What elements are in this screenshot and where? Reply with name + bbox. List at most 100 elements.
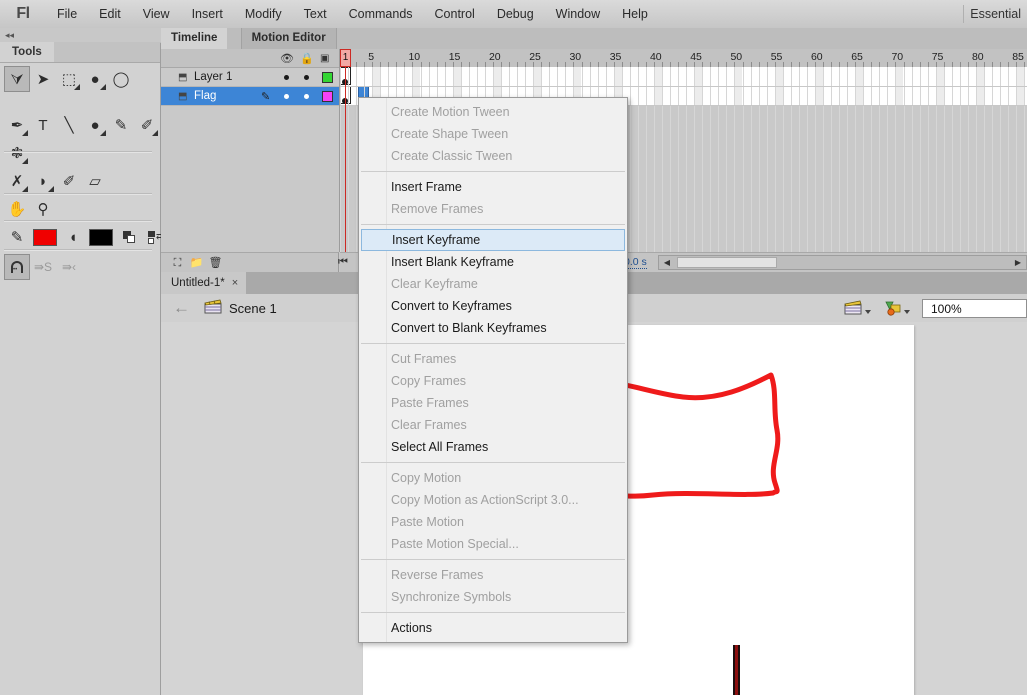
new-folder-button[interactable]: 📁 <box>189 256 204 270</box>
timeline-context-menu[interactable]: Create Motion Tween Create Shape Tween Cre… <box>358 97 628 643</box>
menu-text[interactable]: Text <box>293 0 338 28</box>
line-icon[interactable]: ╲ <box>56 112 82 138</box>
eyedropper-icon[interactable]: ✐ <box>56 168 82 194</box>
frame-column-line <box>340 67 341 252</box>
timeline-rewind-button[interactable]: ⏮ <box>335 254 351 270</box>
fill-color-swatch[interactable] <box>86 224 116 250</box>
layer-outline-color-swatch[interactable] <box>322 91 333 102</box>
layer-outline-color-swatch[interactable] <box>322 72 333 83</box>
menu-item-insert-keyframe[interactable]: Insert Keyframe <box>361 229 625 251</box>
oval-icon[interactable]: ● <box>82 112 108 138</box>
chevron-down-icon <box>865 309 871 314</box>
bone-icon[interactable]: ✗ <box>4 168 30 194</box>
layer-row-layer-1[interactable]: ⬒ Layer 1 <box>161 68 339 87</box>
frame-column-line <box>799 67 800 252</box>
playhead-marker[interactable]: 1 <box>340 49 351 67</box>
tab-motion-editor[interactable]: Motion Editor <box>240 28 337 49</box>
frame-column-line <box>726 67 727 252</box>
edit-scene-icon <box>844 300 862 315</box>
lasso-icon[interactable]: ● <box>82 66 108 92</box>
zoom-level-input[interactable]: 100% <box>922 298 1027 318</box>
zoom-icon[interactable]: ⚲ <box>30 196 56 222</box>
selection-icon[interactable]: ⮛ <box>4 66 30 92</box>
ruler-tick-40: 40 <box>649 51 662 63</box>
layer-name-label[interactable]: Flag <box>194 89 216 104</box>
back-arrow-icon[interactable]: ← <box>173 298 190 318</box>
pencil-icon[interactable]: ✎ <box>108 112 134 138</box>
paint-bucket-icon[interactable]: ◗ <box>30 168 56 194</box>
layer-row-flag[interactable]: ⬒ Flag ✎ <box>161 87 339 106</box>
scroll-right-arrow[interactable]: ▶ <box>1011 257 1025 268</box>
timeline-horizontal-scrollbar[interactable]: ◀ ▶ <box>658 255 1027 270</box>
workspace-switcher[interactable]: Essential <box>970 7 1027 21</box>
edit-pencil-icon: ✎ <box>261 91 271 103</box>
frame-column-line <box>879 67 880 252</box>
menu-view[interactable]: View <box>132 0 181 28</box>
frame-column-line <box>968 67 969 252</box>
stage-pasteboard-left <box>161 322 363 695</box>
document-tab-untitled-1[interactable]: Untitled-1* × <box>161 272 247 294</box>
new-layer-button[interactable]: ⛶ <box>170 256 185 270</box>
timeline-ruler[interactable]: 1510152025303540455055606570758085 <box>340 49 1027 68</box>
lasso-alt-icon[interactable]: ◯ <box>108 66 134 92</box>
text-icon[interactable]: T <box>30 112 56 138</box>
layer-visibility-toggle[interactable] <box>284 75 289 80</box>
frame-column-line <box>743 67 744 252</box>
scene-name-label[interactable]: Scene 1 <box>229 301 277 316</box>
hand-icon[interactable]: ✋ <box>4 196 30 222</box>
menu-item-insert-frame[interactable]: Insert Frame <box>359 176 627 198</box>
menu-help[interactable]: Help <box>611 0 659 28</box>
eye-icon[interactable]: 👁 <box>280 52 294 65</box>
menu-edit[interactable]: Edit <box>88 0 132 28</box>
context-menu-separator <box>361 171 625 172</box>
frame-column-line <box>984 67 985 252</box>
snap-to-objects-icon[interactable]: •• <box>4 254 30 280</box>
tools-collapse-button[interactable]: ◂◂ <box>0 28 165 43</box>
subselection-icon[interactable]: ➤ <box>30 66 56 92</box>
straighten-option-icon[interactable]: ⇛‹ <box>56 254 82 280</box>
layer-visibility-toggle[interactable] <box>284 94 289 99</box>
playhead-line <box>345 67 346 252</box>
close-icon[interactable]: × <box>232 272 238 294</box>
menu-window[interactable]: Window <box>545 0 611 28</box>
brush-icon[interactable]: ✐ <box>134 112 160 138</box>
menu-item-insert-blank-keyframe[interactable]: Insert Blank Keyframe <box>359 251 627 273</box>
menu-file[interactable]: File <box>46 0 88 28</box>
layer-lock-toggle[interactable] <box>304 75 309 80</box>
fill-bucket-glyph: ◖ <box>68 228 78 246</box>
layer-list-column: 👁 🔒 ▣ ⬒ Layer 1 ⬒ Flag ✎ <box>161 49 340 252</box>
menu-item-copy-motion-as-actionscript-3-0: Copy Motion as ActionScript 3.0... <box>391 493 579 507</box>
menu-control[interactable]: Control <box>424 0 486 28</box>
menu-item-create-classic-tween: Create Classic Tween <box>391 149 513 163</box>
outline-square-icon[interactable]: ▣ <box>320 53 329 64</box>
smooth-option-icon[interactable]: ⇛S <box>30 254 56 280</box>
menu-modify[interactable]: Modify <box>234 0 293 28</box>
eraser-icon[interactable]: ▱ <box>82 168 108 194</box>
layer-lock-toggle[interactable] <box>304 94 309 99</box>
deco-icon[interactable]: ❃ <box>4 140 30 166</box>
free-transform-icon[interactable]: ⬚ <box>56 66 82 92</box>
stroke-color-swatch[interactable] <box>30 224 60 250</box>
tools-tab[interactable]: Tools <box>0 42 54 62</box>
menu-item-convert-to-keyframes[interactable]: Convert to Keyframes <box>359 295 627 317</box>
subselection-tool-glyph: ➤ <box>36 70 50 88</box>
delete-layer-button[interactable]: 🗑 <box>208 256 223 270</box>
frame-column-line <box>1024 67 1025 252</box>
menu-commands[interactable]: Commands <box>338 0 424 28</box>
menu-debug[interactable]: Debug <box>486 0 545 28</box>
scroll-left-arrow[interactable]: ◀ <box>660 257 674 268</box>
frame-row-separator <box>340 86 1027 87</box>
tab-timeline[interactable]: Timeline <box>161 28 228 49</box>
menu-item-actions[interactable]: Actions <box>359 617 627 639</box>
layer-name-label[interactable]: Layer 1 <box>194 70 232 85</box>
pen-icon[interactable]: ✒ <box>4 112 30 138</box>
edit-symbols-button[interactable] <box>883 300 910 317</box>
scrollbar-thumb[interactable] <box>677 257 777 268</box>
edit-scene-button[interactable] <box>844 300 871 316</box>
black-and-white-colors-icon[interactable] <box>116 224 142 250</box>
lock-icon[interactable]: 🔒 <box>300 52 314 65</box>
menu-item-convert-to-blank-keyframes[interactable]: Convert to Blank Keyframes <box>359 317 627 339</box>
menu-insert[interactable]: Insert <box>181 0 234 28</box>
fill-bucket-icon: ◖ <box>60 224 86 250</box>
menu-item-select-all-frames[interactable]: Select All Frames <box>359 436 627 458</box>
